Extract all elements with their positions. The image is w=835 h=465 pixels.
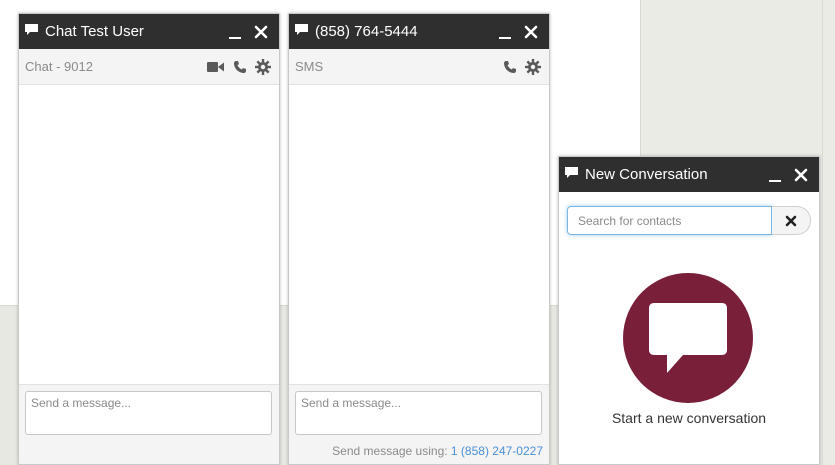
- clear-search-button[interactable]: [772, 206, 811, 235]
- send-using-label: Send message using:: [332, 444, 448, 458]
- close-icon: [524, 25, 538, 38]
- start-conversation-button[interactable]: [623, 273, 753, 403]
- video-icon: [207, 61, 224, 72]
- close-icon: [254, 25, 268, 38]
- phone-icon: [234, 60, 246, 73]
- minimize-button[interactable]: [767, 167, 783, 183]
- clear-icon: [785, 215, 797, 226]
- send-using-line: Send message using: 1 (858) 247-0227: [332, 444, 543, 458]
- chat-window-titlebar[interactable]: Chat Test User: [19, 14, 279, 49]
- sms-window-title: (858) 764-5444: [315, 23, 418, 40]
- chat-subbar: Chat - 9012: [19, 49, 279, 85]
- message-list: [289, 86, 549, 385]
- start-conversation-label: Start a new conversation: [611, 410, 767, 426]
- sms-subbar: SMS: [289, 49, 549, 85]
- voice-call-button[interactable]: [233, 60, 247, 74]
- contact-search-row: [567, 206, 811, 236]
- chat-window-title: Chat Test User: [45, 23, 144, 40]
- close-button[interactable]: [523, 24, 539, 40]
- message-input[interactable]: [25, 391, 272, 435]
- new-conversation-titlebar[interactable]: New Conversation: [559, 157, 819, 192]
- chat-bubble-icon: [649, 303, 727, 373]
- send-using-number[interactable]: 1 (858) 247-0227: [451, 444, 543, 458]
- close-button[interactable]: [253, 24, 269, 40]
- composer-area: [19, 384, 279, 464]
- settings-button[interactable]: [525, 58, 541, 75]
- new-conversation-window: New Conversation Start a new conversatio…: [558, 156, 820, 465]
- gear-icon: [525, 58, 541, 75]
- video-call-button[interactable]: [207, 61, 225, 73]
- sms-window-titlebar[interactable]: (858) 764-5444: [289, 14, 549, 49]
- gear-icon: [255, 58, 271, 75]
- chat-window-1: Chat Test User Chat - 9012: [18, 13, 280, 465]
- chat-subtitle: Chat - 9012: [25, 59, 93, 74]
- message-input[interactable]: [295, 391, 542, 435]
- minimize-button[interactable]: [227, 24, 243, 40]
- chat-bubble-icon: [295, 23, 308, 40]
- chat-bubble-icon: [565, 166, 578, 183]
- voice-call-button[interactable]: [503, 60, 517, 74]
- composer-area: Send message using: 1 (858) 247-0227: [289, 384, 549, 464]
- message-list: [19, 86, 279, 385]
- settings-button[interactable]: [255, 58, 271, 75]
- background-divider: [822, 0, 823, 465]
- phone-icon: [504, 60, 516, 73]
- new-conversation-title: New Conversation: [585, 166, 708, 183]
- contact-search-input[interactable]: [567, 206, 772, 235]
- sms-subtitle: SMS: [295, 59, 324, 74]
- chat-bubble-icon: [25, 23, 38, 40]
- close-icon: [794, 168, 808, 181]
- minimize-button[interactable]: [497, 24, 513, 40]
- close-button[interactable]: [793, 167, 809, 183]
- sms-window: (858) 764-5444 SMS Send a message... Sen…: [288, 13, 550, 465]
